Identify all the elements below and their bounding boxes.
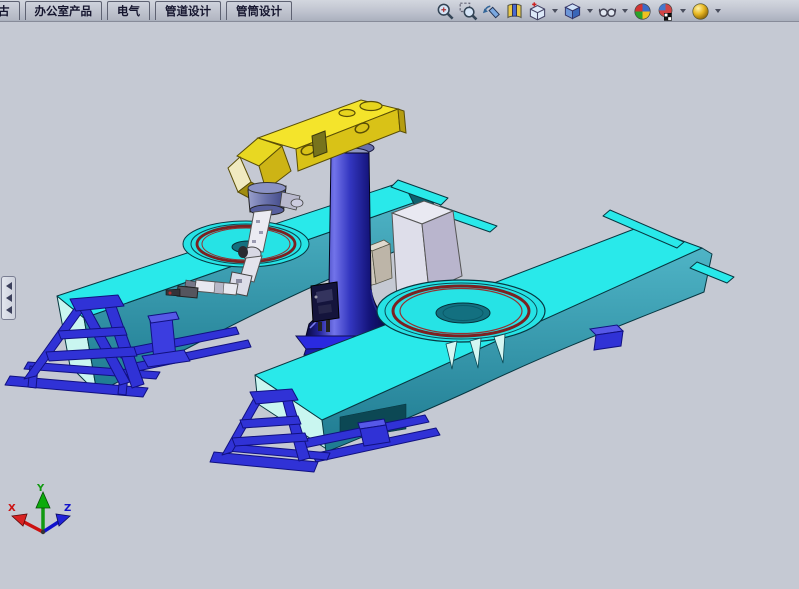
section-view-icon[interactable] [505, 2, 524, 21]
edit-appearance-dropdown-arrow[interactable] [715, 9, 721, 13]
commandmanager-tab-3[interactable]: 电气 [107, 1, 150, 20]
reference-triad: X Y Z [8, 483, 71, 534]
display-style-icon[interactable] [563, 2, 582, 21]
view-orientation-dropdown-arrow[interactable] [552, 9, 558, 13]
display-style-dropdown-arrow[interactable] [587, 9, 593, 13]
zoom-to-fit-icon[interactable] [436, 2, 455, 21]
view-settings-icon[interactable] [656, 2, 675, 21]
expand-left-icon [6, 306, 12, 314]
panel-expander[interactable] [1, 276, 16, 320]
solidworks-window: { "tab_bar": { "tabs": [ { "label": "古",… [0, 0, 799, 589]
rotation-ring-right[interactable] [377, 280, 545, 342]
view-settings-dropdown-arrow[interactable] [680, 9, 686, 13]
commandmanager-tab-5[interactable]: 管筒设计 [226, 1, 292, 20]
commandmanager-bar: 古办公室产品电气管道设计管筒设计 [0, 0, 799, 22]
triad-z-label: Z [64, 503, 71, 514]
triad-x-label: X [8, 503, 16, 514]
view-orientation-icon[interactable] [528, 2, 547, 21]
expand-left-icon [6, 282, 12, 290]
commandmanager-tab-1[interactable]: 古 [0, 1, 20, 20]
support-block-mid[interactable] [358, 419, 390, 446]
commandmanager-tab-4[interactable]: 管道设计 [155, 1, 221, 20]
apply-scene-icon[interactable] [633, 2, 652, 21]
support-block-right-end[interactable] [590, 325, 623, 350]
commandmanager-tabs: 古办公室产品电气管道设计管筒设计 [0, 1, 292, 21]
commandmanager-tab-2[interactable]: 办公室产品 [25, 1, 103, 20]
heads-up-view-toolbar [436, 0, 722, 22]
hide-show-items-dropdown-arrow[interactable] [622, 9, 628, 13]
edit-appearance-icon[interactable] [691, 2, 710, 21]
triad-y-label: Y [36, 483, 45, 494]
expand-left-icon [6, 294, 12, 302]
model-viewport[interactable]: X Y Z [0, 0, 799, 589]
previous-view-icon[interactable] [482, 2, 501, 21]
zoom-to-area-icon[interactable] [459, 2, 478, 21]
hide-show-items-icon[interactable] [598, 2, 617, 21]
